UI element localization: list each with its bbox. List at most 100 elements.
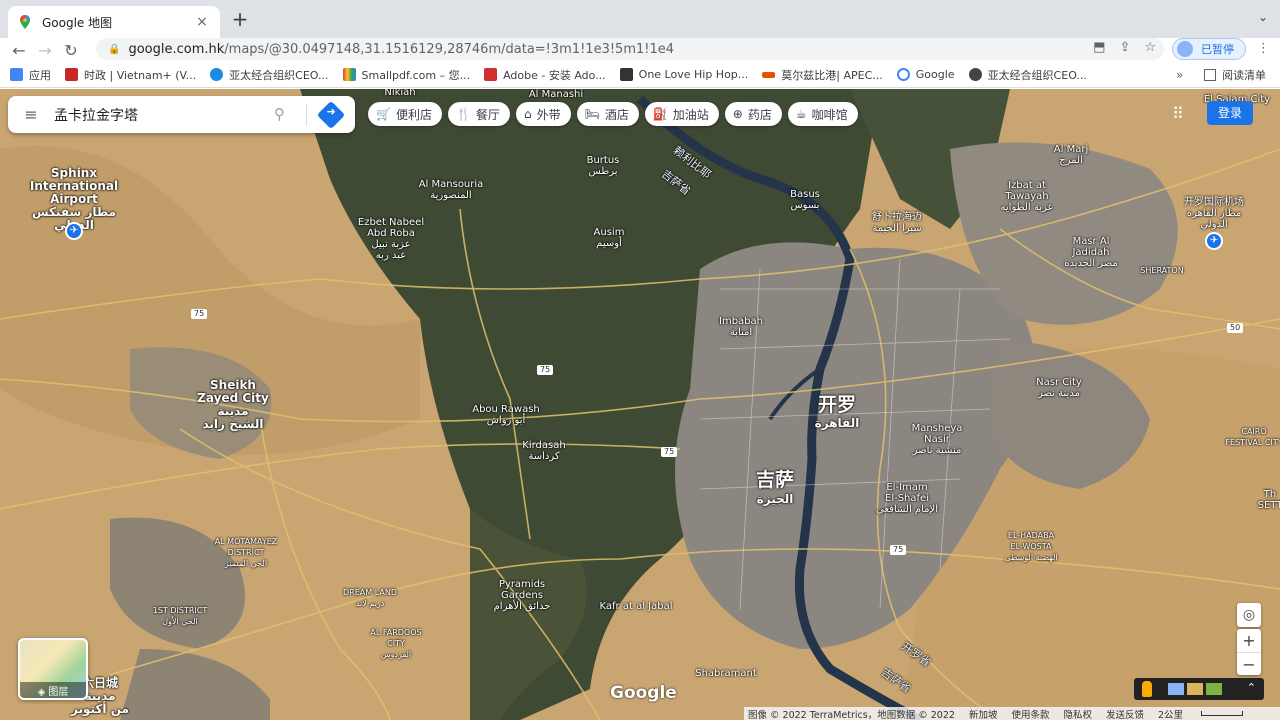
zoom-in-button[interactable]: +: [1237, 629, 1261, 652]
privacy-link[interactable]: 隐私权: [1063, 707, 1092, 721]
chip-label: 餐厅: [475, 107, 500, 122]
city-label-giza[interactable]: 吉萨: [756, 469, 794, 491]
map-label[interactable]: Kafr at al Jabal: [600, 601, 673, 612]
bookmark-item[interactable]: 亚太经合组织CEO...: [210, 67, 329, 83]
sign-in-button[interactable]: 登录: [1207, 101, 1253, 125]
map-label[interactable]: Kirdasah كرداسة: [522, 440, 565, 462]
profile-button[interactable]: 已暂停: [1172, 38, 1246, 60]
bookmark-item[interactable]: One Love Hip Hop...: [619, 68, 748, 81]
chip-takeout[interactable]: ⌂ 外带: [515, 102, 571, 126]
address-bar[interactable]: 🔒 google.com.hk/maps/@30.0497148,31.1516…: [96, 38, 1164, 60]
forward-button[interactable]: →: [32, 41, 58, 60]
lock-icon[interactable]: 🔒: [108, 44, 120, 55]
chip-coffee[interactable]: ☕ 咖啡馆: [787, 102, 858, 126]
share-icon[interactable]: ⇪: [1119, 40, 1130, 55]
map-label[interactable]: 舒卜拉海迈 شبرا الخيمة: [872, 212, 922, 234]
map-label[interactable]: Abou Rawash أبو رواش: [472, 404, 540, 426]
browser-tab-strip: Google 地图 × + ⌄: [0, 0, 1280, 38]
back-button[interactable]: ←: [6, 41, 32, 60]
map-label[interactable]: Sheikh Zayed City مدينة الشيخ زايد: [197, 379, 269, 431]
map-label[interactable]: DREAM LAND دريم لاند: [343, 587, 397, 609]
search-icon[interactable]: ⚲: [274, 105, 285, 123]
expand-icon[interactable]: ⌃: [1247, 681, 1256, 694]
zoom-out-button[interactable]: −: [1237, 653, 1261, 676]
zoom-control: + −: [1237, 629, 1261, 675]
bookmark-item[interactable]: Adobe - 安装 Ado...: [484, 67, 606, 83]
map-label[interactable]: 1ST DISTRICT الحي الأول: [153, 605, 207, 627]
bookmark-item[interactable]: Smallpdf.com – 您...: [342, 67, 470, 83]
map-canvas[interactable]: Nikiah Al Manashi El Salam City Sphinx I…: [0, 89, 1280, 720]
map-label[interactable]: Mansheya Nasir منشية ناصر: [912, 423, 963, 456]
reading-list-button[interactable]: 阅读清单: [1204, 67, 1266, 83]
chip-label: 便利店: [395, 107, 432, 122]
pegman-icon[interactable]: [1142, 681, 1152, 697]
map-label[interactable]: Ezbet Nabeel Abd Roba عزبة نبيل عبد ربه: [358, 217, 424, 261]
bookmark-item[interactable]: 亚太经合组织CEO...: [968, 67, 1087, 83]
maps-search-box: ≡ ⚲ ➜: [8, 96, 355, 133]
map-label[interactable]: Al Manashi: [529, 89, 583, 100]
map-label[interactable]: Izbat at Tawayah عزبة الطوايه: [1001, 180, 1054, 213]
tab-close-icon[interactable]: ×: [194, 14, 210, 30]
map-label[interactable]: Imbabah امبابة: [719, 316, 763, 338]
map-label[interactable]: Th SETT: [1258, 489, 1280, 511]
airport-icon[interactable]: ✈: [1205, 232, 1223, 250]
map-label[interactable]: Nasr City مدينة نصر: [1036, 377, 1082, 399]
layers-button[interactable]: ◈ 图层: [18, 638, 88, 700]
imagery-thumb[interactable]: [1187, 683, 1203, 695]
bookmark-item[interactable]: 莫尔兹比港| APEC...: [762, 67, 883, 83]
map-label[interactable]: Shabramant: [695, 668, 757, 679]
map-label[interactable]: Al Mansouria المنصورية: [419, 179, 484, 201]
hamburger-menu-icon[interactable]: ≡: [8, 105, 54, 124]
map-label[interactable]: El-Imam El-Shafei الإمام الشافعي: [876, 482, 938, 515]
new-tab-button[interactable]: +: [230, 9, 250, 29]
browser-menu-icon[interactable]: ⋮: [1257, 41, 1270, 56]
map-label[interactable]: AL MOTAMAYEZ DISTRICT الحي المتميز: [215, 536, 278, 569]
map-label[interactable]: AL FARDOOS CITY الفردوس: [370, 627, 421, 660]
map-label[interactable]: Ausim أوسيم: [594, 227, 625, 249]
map-label[interactable]: SHERATON: [1140, 265, 1183, 276]
layers-label: ◈ 图层: [20, 682, 86, 698]
map-label[interactable]: Masr Al Jadidah مصر الجديدة: [1064, 236, 1118, 269]
apec-png-icon: [762, 71, 776, 78]
imagery-thumb[interactable]: [1206, 683, 1222, 695]
map-label[interactable]: Basus بسوس: [790, 189, 820, 211]
directions-button[interactable]: ➜: [316, 100, 346, 130]
search-input[interactable]: [54, 106, 254, 123]
road-shield: 75: [890, 545, 907, 555]
bookmark-item[interactable]: 应用: [10, 67, 51, 83]
map-scale[interactable]: 2公里: [1158, 707, 1257, 721]
terms-link[interactable]: 使用条款: [1011, 707, 1049, 721]
map-label[interactable]: CAIRO FESTIVAL CITY: [1225, 426, 1280, 448]
imagery-thumb[interactable]: [1168, 683, 1184, 695]
tab-search-chevron-icon[interactable]: ⌄: [1258, 10, 1268, 24]
my-location-button[interactable]: ◎: [1237, 603, 1261, 627]
street-view-bar: ⌃: [1134, 678, 1264, 700]
bookmark-item[interactable]: 时政 | Vietnam+ (V...: [65, 67, 196, 83]
scale-bar: [1201, 711, 1244, 716]
chip-convenience-store[interactable]: 🛒 便利店: [368, 102, 442, 126]
chip-restaurants[interactable]: 🍴 餐厅: [447, 102, 510, 126]
airport-icon[interactable]: ✈: [65, 222, 83, 240]
chip-gas-stations[interactable]: ⛽ 加油站: [644, 102, 719, 126]
chip-pharmacies[interactable]: ⊕ 药店: [724, 102, 782, 126]
chip-hotels[interactable]: 🛏 酒店: [576, 102, 639, 126]
city-label-cairo[interactable]: 开罗: [818, 394, 856, 416]
url-text[interactable]: google.com.hk/maps/@30.0497148,31.151612…: [128, 42, 674, 57]
bookmark-item[interactable]: Google: [896, 68, 955, 81]
map-label[interactable]: Al Marj المرج: [1054, 144, 1088, 166]
map-label[interactable]: Pyramids Gardens حدائق الأهرام: [494, 579, 551, 612]
locate-icon: ◎: [1242, 607, 1256, 623]
map-label[interactable]: 开罗国际机场 مطار القاهرة الدولي: [1184, 197, 1244, 230]
browser-tab[interactable]: Google 地图 ×: [8, 6, 220, 38]
map-label[interactable]: EL-HADABA EL-WOSTA الهضبة الوسطى: [1004, 530, 1057, 563]
map-label[interactable]: Nikiah: [384, 89, 415, 98]
map-label[interactable]: Burtus برطس: [587, 155, 620, 177]
gas-pump-icon: ⛽: [652, 107, 668, 121]
region-link[interactable]: 新加坡: [969, 707, 998, 721]
google-apps-icon[interactable]: ⠿: [1172, 104, 1184, 123]
feedback-link[interactable]: 发送反馈: [1106, 707, 1144, 721]
bookmark-star-icon[interactable]: ☆: [1144, 40, 1156, 55]
install-app-icon[interactable]: ⬒: [1093, 40, 1105, 55]
reload-button[interactable]: ↻: [58, 41, 84, 60]
bookmarks-overflow-icon[interactable]: »: [1176, 68, 1183, 82]
